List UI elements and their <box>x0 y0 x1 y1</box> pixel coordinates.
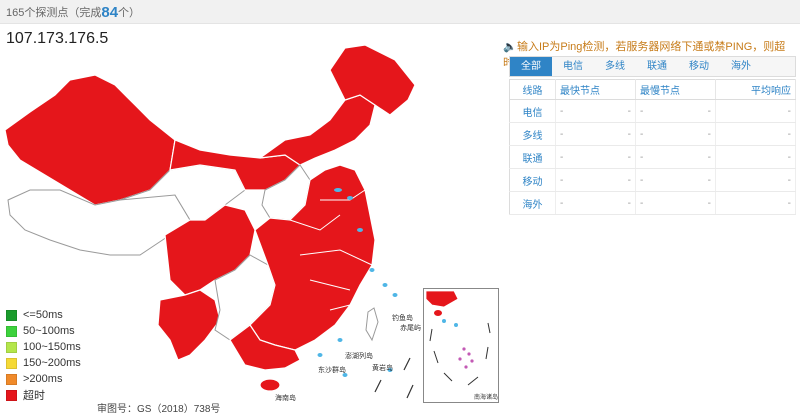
row-avg: - <box>715 99 796 123</box>
row-fastest: -- <box>555 122 636 146</box>
row-fastest: -- <box>555 191 636 215</box>
probe-count-prefix: 165个探测点（完成 <box>6 7 102 19</box>
latency-legend: <=50ms 50~100ms 100~150ms 150~200ms >200… <box>6 307 81 403</box>
tab-telecom[interactable]: 电信 <box>552 57 594 76</box>
tab-overseas[interactable]: 海外 <box>720 57 762 76</box>
map-label-island-4: 黄岩岛 <box>372 363 393 372</box>
tab-unicom[interactable]: 联通 <box>636 57 678 76</box>
legend-swatch-gt200 <box>6 373 17 385</box>
table-row: 移动 -- -- - <box>509 168 796 192</box>
column-fastest: 最快节点 <box>555 79 636 100</box>
row-slowest: -- <box>635 122 716 146</box>
row-slowest: -- <box>635 168 716 192</box>
region-yunnan <box>157 289 221 361</box>
probe-summary-bar: 165个探测点（完成84个） <box>0 0 800 24</box>
legend-swatch-50-100 <box>6 325 17 337</box>
row-fastest: -- <box>555 99 636 123</box>
tab-all[interactable]: 全部 <box>510 57 552 76</box>
row-slowest: -- <box>635 99 716 123</box>
legend-item-timeout: 超时 <box>6 387 81 403</box>
row-line-label[interactable]: 多线 <box>509 122 556 146</box>
row-avg: - <box>715 191 796 215</box>
row-fastest: -- <box>555 145 636 169</box>
column-avg: 平均响应 <box>715 79 796 100</box>
table-row: 多线 -- -- - <box>509 122 796 146</box>
table-row: 海外 -- -- - <box>509 191 796 215</box>
table-row: 电信 -- -- - <box>509 99 796 123</box>
row-slowest: -- <box>635 145 716 169</box>
legend-swatch-timeout <box>6 389 17 401</box>
probe-count-suffix: 个） <box>118 7 141 19</box>
completed-count: 84 <box>101 4 119 21</box>
legend-item-150-200: 150~200ms <box>6 355 81 371</box>
region-taiwan <box>365 307 379 342</box>
map-label-island-6: 海南岛 <box>275 393 296 402</box>
row-avg: - <box>715 145 796 169</box>
sea-boundary-dashes <box>374 357 414 399</box>
south-china-sea-inset: 南海诸岛 <box>423 288 499 403</box>
legend-item-50-100: 50~100ms <box>6 323 81 339</box>
row-line-label[interactable]: 联通 <box>509 145 556 169</box>
column-slowest: 最慢节点 <box>635 79 716 100</box>
inset-map <box>425 290 491 386</box>
legend-item-100-150: 100~150ms <box>6 339 81 355</box>
row-line-label[interactable]: 电信 <box>509 99 556 123</box>
legend-item-gt200: >200ms <box>6 371 81 387</box>
map-label-island-3: 澎湖列岛 <box>345 351 373 360</box>
map-approval-number: 审图号：GS（2018）738号 <box>97 404 221 415</box>
legend-item-le50: <=50ms <box>6 307 81 323</box>
region-inner-mongolia <box>259 94 376 166</box>
table-row: 联通 -- -- - <box>509 145 796 169</box>
speaker-icon: 🔈 <box>503 41 517 53</box>
row-avg: - <box>715 168 796 192</box>
legend-swatch-le50 <box>6 309 17 321</box>
row-line-label[interactable]: 海外 <box>509 191 556 215</box>
tab-multiline[interactable]: 多线 <box>594 57 636 76</box>
tab-mobile[interactable]: 移动 <box>678 57 720 76</box>
legend-swatch-150-200 <box>6 357 17 369</box>
map-label-island-2: 赤尾屿 <box>400 323 421 332</box>
map-label-island-5: 东沙群岛 <box>318 365 346 374</box>
row-slowest: -- <box>635 191 716 215</box>
latency-summary-table: 线路 最快节点 最慢节点 平均响应 电信 -- -- - 多线 -- -- - … <box>509 79 796 215</box>
map-label-island-1: 钓鱼岛 <box>392 313 413 322</box>
region-xinjiang <box>4 74 176 206</box>
isp-tabs: 全部 电信 多线 联通 移动 海外 <box>509 56 796 77</box>
table-header-row: 线路 最快节点 最慢节点 平均响应 <box>509 79 796 100</box>
row-fastest: -- <box>555 168 636 192</box>
region-hainan <box>259 378 281 392</box>
legend-swatch-100-150 <box>6 341 17 353</box>
column-line: 线路 <box>509 79 556 100</box>
inset-caption: 南海诸岛 <box>474 395 499 401</box>
row-line-label[interactable]: 移动 <box>509 168 556 192</box>
row-avg: - <box>715 122 796 146</box>
